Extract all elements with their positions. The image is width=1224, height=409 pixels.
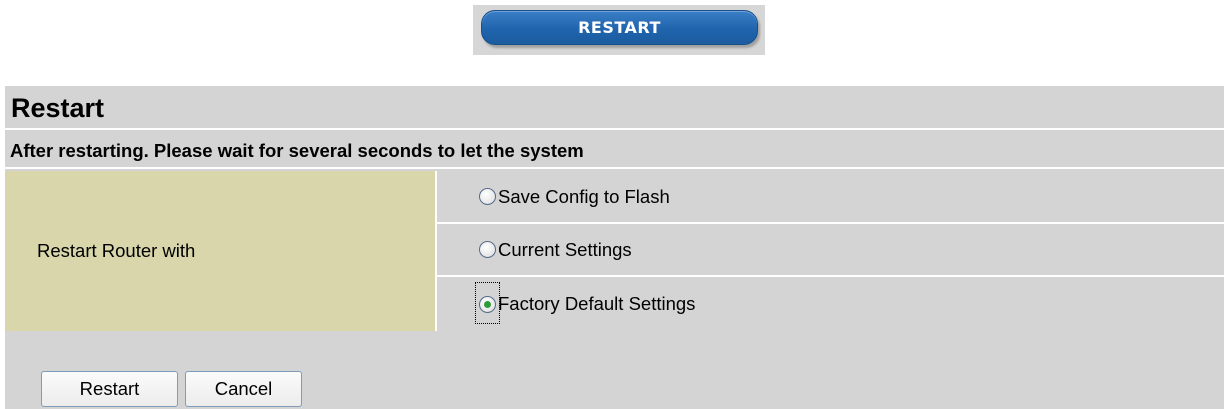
restart-button-label: Restart [79,378,140,399]
option-label-factory-default: Factory Default Settings [498,293,696,314]
restart-tab-label: RESTART [578,18,661,37]
option-save-config-to-flash[interactable]: Save Config to Flash [437,171,1224,224]
option-label-save-config: Save Config to Flash [498,185,670,207]
option-label-current-settings: Current Settings [498,238,632,260]
page-subtitle: After restarting. Please wait for severa… [5,132,1224,169]
cancel-button[interactable]: Cancel [185,371,302,407]
page-title: Restart [5,86,1224,130]
radio-current-settings[interactable] [479,241,496,258]
option-factory-default-settings[interactable]: Factory Default Settings [437,277,1224,331]
radio-factory-default-settings[interactable] [479,295,496,313]
top-tab-container: RESTART [473,5,765,55]
restart-button[interactable]: Restart [41,371,178,407]
restart-tab-button[interactable]: RESTART [481,10,758,45]
restart-panel: Restart After restarting. Please wait fo… [5,86,1224,409]
restart-router-with-label: Restart Router with [37,240,196,261]
restart-option-label-cell: Restart Router with [5,171,437,331]
cancel-button-label: Cancel [214,378,273,399]
option-current-settings[interactable]: Current Settings [437,224,1224,277]
radio-save-config-to-flash[interactable] [479,188,496,205]
